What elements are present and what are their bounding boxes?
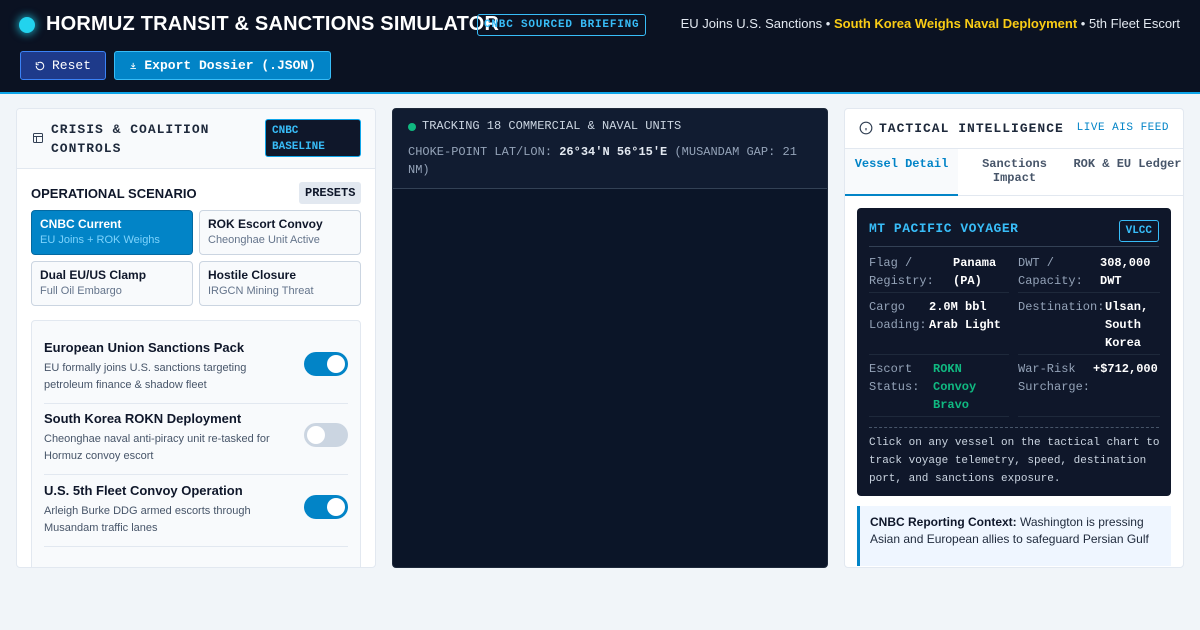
ticker-text: • 5th Fleet Escort	[1080, 16, 1180, 31]
ticker-text: EU Joins U.S. Sanctions •	[680, 16, 831, 31]
tab-vessel-detail[interactable]: Vessel Detail	[845, 149, 958, 196]
field-label: War-Risk Surcharge:	[1018, 362, 1091, 394]
scenario-subtitle: EU Joins + ROK Weighs	[40, 234, 160, 246]
vessel-name: MT PACIFIC VOYAGER	[869, 221, 1019, 236]
divider	[1018, 354, 1160, 355]
toggle-knob	[327, 498, 345, 516]
tracking-status-icon	[408, 123, 416, 131]
news-ticker: EU Joins U.S. Sanctions • South Korea We…	[681, 16, 1180, 31]
intel-tabs: Vessel Detail Sanctions Impact ROK & EU …	[845, 149, 1183, 196]
scenario-card-dual-clamp[interactable]: Dual EU/US Clamp Full Oil Embargo	[31, 261, 193, 306]
fifth-fleet-toggle[interactable]	[304, 495, 348, 519]
war-risk-field: War-Risk Surcharge: +$712,000	[1018, 360, 1160, 414]
divider	[869, 416, 1009, 417]
field-value: 308,000 DWT	[1100, 256, 1151, 288]
cnbc-context-box: CNBC Reporting Context: Washington is pr…	[857, 506, 1171, 566]
intelligence-header: TACTICAL INTELLIGENCE LIVE AIS FEED	[845, 109, 1183, 149]
field-value: Panama (PA)	[953, 256, 997, 288]
app-title: HORMUZ TRANSIT & SANCTIONS SIMULATOR	[46, 13, 500, 35]
tactical-chart-canvas[interactable]	[393, 189, 827, 567]
choke-point-coordinates: 26°34'N 56°15'E	[559, 145, 668, 159]
divider	[869, 292, 1009, 293]
scenario-subtitle: IRGCN Mining Threat	[208, 285, 314, 297]
layout-icon	[33, 133, 43, 143]
toggle-description: EU formally joins U.S. sanctions targeti…	[44, 362, 247, 391]
toggle-knob	[327, 355, 345, 373]
divider	[1018, 416, 1160, 417]
flag-field: Flag / Registry: Panama (PA)	[869, 254, 1009, 290]
field-value: ROKN Convoy Bravo	[933, 362, 977, 412]
reset-button[interactable]: Reset	[20, 51, 106, 80]
toggle-knob	[307, 426, 325, 444]
controls-title: CRISIS & COALITION CONTROLS	[51, 122, 210, 156]
field-label: Flag / Registry:	[869, 256, 934, 288]
context-label: CNBC Reporting Context:	[870, 515, 1017, 529]
toggle-title: European Union Sanctions Pack	[44, 340, 245, 355]
intelligence-panel: TACTICAL INTELLIGENCE LIVE AIS FEED Vess…	[844, 108, 1184, 568]
download-icon	[130, 62, 136, 69]
cargo-field: Cargo Loading: 2.0M bbl Arab Light	[869, 298, 1009, 352]
field-label: Cargo Loading:	[869, 300, 927, 332]
vessel-hint: Click on any vessel on the tactical char…	[869, 437, 1160, 485]
field-label: DWT / Capacity:	[1018, 256, 1083, 288]
destination-field: Destination: Ulsan, South Korea	[1018, 298, 1160, 352]
field-value: 2.0M bbl Arab Light	[929, 300, 1002, 332]
toggle-title: U.S. 5th Fleet Convoy Operation	[44, 483, 243, 498]
reset-label: Reset	[51, 58, 91, 73]
toggle-title: South Korea ROKN Deployment	[44, 411, 242, 426]
field-label: Escort Status:	[869, 362, 920, 394]
scenario-name: CNBC Current	[40, 217, 122, 231]
scenario-subtitle: Full Oil Embargo	[40, 285, 122, 297]
toggle-row-eu-sanctions: European Union Sanctions Pack EU formall…	[44, 332, 348, 404]
controls-header: CRISIS & COALITION CONTROLS CNBC BASELIN…	[17, 109, 375, 169]
choke-point-label: CHOKE-POINT LAT/LON:	[408, 145, 553, 159]
field-value: +$712,000	[1093, 362, 1158, 376]
rokn-deployment-toggle[interactable]	[304, 423, 348, 447]
field-value: Ulsan, South Korea	[1105, 300, 1149, 350]
tracking-status: TRACKING 18 COMMERCIAL & NAVAL UNITS	[422, 119, 682, 133]
app-header: HORMUZ TRANSIT & SANCTIONS SIMULATOR CNB…	[0, 0, 1200, 94]
divider	[869, 354, 1009, 355]
reset-icon	[35, 61, 45, 70]
escort-field: Escort Status: ROKN Convoy Bravo	[869, 360, 1009, 414]
divider	[869, 427, 1159, 428]
tab-sanctions-impact[interactable]: Sanctions Impact	[958, 149, 1071, 196]
scenario-name: Dual EU/US Clamp	[40, 268, 147, 282]
briefing-badge: CNBC SOURCED BRIEFING	[477, 14, 647, 36]
export-button[interactable]: Export Dossier (.JSON)	[114, 51, 331, 80]
toggle-description: Arleigh Burke DDG armed escorts through …	[44, 505, 251, 534]
scenario-name: ROK Escort Convoy	[208, 217, 323, 231]
divider	[1018, 292, 1160, 293]
scenario-card-hostile-closure[interactable]: Hostile Closure IRGCN Mining Threat	[199, 261, 361, 306]
scenario-name: Hostile Closure	[208, 268, 297, 282]
tactical-chart-header: TRACKING 18 COMMERCIAL & NAVAL UNITS CHO…	[393, 109, 827, 189]
live-status-icon	[19, 17, 35, 33]
toggle-description: Cheonghae naval anti-piracy unit re-task…	[44, 433, 270, 462]
ais-feed-badge: LIVE AIS FEED	[1076, 122, 1169, 134]
policy-toggles: European Union Sanctions Pack EU formall…	[31, 320, 361, 567]
ticker-highlight[interactable]: South Korea Weighs Naval Deployment	[834, 16, 1077, 31]
scenario-subtitle: Cheonghae Unit Active	[208, 234, 320, 246]
tab-rok-eu-ledger[interactable]: ROK & EU Ledger	[1071, 149, 1183, 196]
vessel-type-badge: VLCC	[1118, 220, 1159, 242]
field-label: Destination:	[1018, 300, 1105, 314]
info-icon	[859, 121, 873, 135]
export-label: Export Dossier (.JSON)	[144, 58, 316, 73]
choke-point-readout: CHOKE-POINT LAT/LON: 26°34'N 56°15'E (MU…	[408, 143, 818, 179]
scenario-card-rok-escort[interactable]: ROK Escort Convoy Cheonghae Unit Active	[199, 210, 361, 255]
toggle-row-rokn-deployment: South Korea ROKN Deployment Cheonghae na…	[44, 403, 348, 475]
tactical-chart-panel: TRACKING 18 COMMERCIAL & NAVAL UNITS CHO…	[392, 108, 828, 568]
baseline-badge: CNBC BASELINE	[265, 119, 361, 157]
dwt-field: DWT / Capacity: 308,000 DWT	[1018, 254, 1160, 290]
divider	[869, 246, 1159, 247]
eu-sanctions-toggle[interactable]	[304, 352, 348, 376]
presets-label: PRESETS	[299, 182, 362, 204]
scenario-card-cnbc-current[interactable]: CNBC Current EU Joins + ROK Weighs	[31, 210, 193, 255]
scenario-label: OPERATIONAL SCENARIO	[31, 186, 197, 201]
toggle-row-fifth-fleet: U.S. 5th Fleet Convoy Operation Arleigh …	[44, 475, 348, 547]
intelligence-title: TACTICAL INTELLIGENCE	[879, 121, 1064, 136]
vessel-detail-card: MT PACIFIC VOYAGER VLCC Flag / Registry:…	[857, 208, 1171, 496]
controls-panel: CRISIS & COALITION CONTROLS CNBC BASELIN…	[16, 108, 376, 568]
